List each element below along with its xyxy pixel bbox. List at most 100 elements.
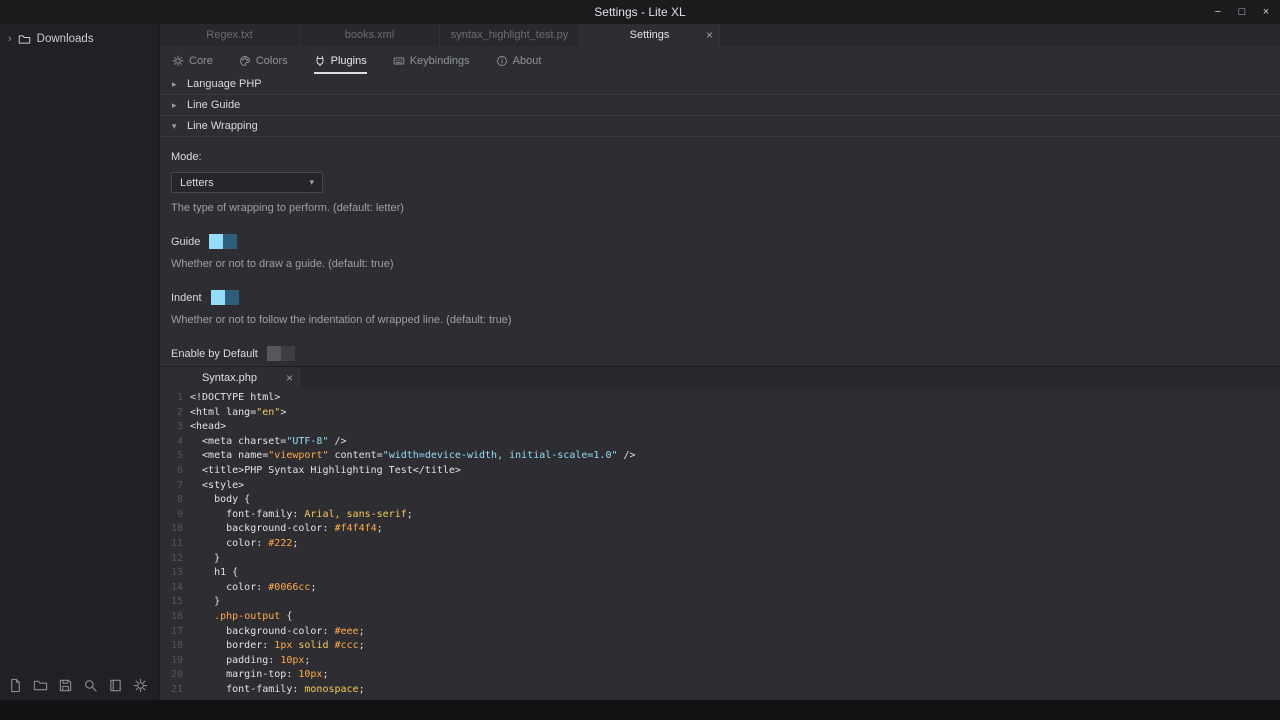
line-number: 6 bbox=[160, 464, 183, 479]
code-text: background-color: #f4f4f4; bbox=[183, 522, 383, 537]
tab-close-icon[interactable]: × bbox=[286, 367, 293, 389]
code-line[interactable]: 7 <style> bbox=[160, 479, 1280, 494]
window-title: Settings - Lite XL bbox=[0, 0, 1280, 24]
chevron-down-icon: ▾ bbox=[172, 121, 180, 132]
sidebar-item-downloads[interactable]: › Downloads bbox=[0, 28, 159, 50]
code-line[interactable]: 6 <title>PHP Syntax Highlighting Test</t… bbox=[160, 464, 1280, 479]
code-line[interactable]: 16 .php-output { bbox=[160, 610, 1280, 625]
book-icon[interactable] bbox=[108, 678, 123, 693]
settings-tab-label: About bbox=[513, 55, 542, 67]
line-number: 15 bbox=[160, 595, 183, 610]
line-number: 7 bbox=[160, 479, 183, 494]
mode-dropdown[interactable]: Letters ▾ bbox=[171, 172, 323, 193]
field-guide: Guide bbox=[171, 234, 1280, 249]
doc-tab-syntax-highlight-test-py[interactable]: syntax_highlight_test.py bbox=[440, 24, 580, 46]
chevron-right-icon: ▸ bbox=[172, 79, 180, 90]
section-language-php[interactable]: ▸Language PHP bbox=[160, 74, 1280, 95]
new-file-icon[interactable] bbox=[8, 678, 23, 693]
folder-icon bbox=[18, 33, 31, 46]
code-text: <title>PHP Syntax Highlighting Test</tit… bbox=[183, 464, 461, 479]
save-icon[interactable] bbox=[58, 678, 73, 693]
code-line[interactable]: 1<!DOCTYPE html> bbox=[160, 391, 1280, 406]
line-number: 19 bbox=[160, 654, 183, 669]
search-icon[interactable] bbox=[83, 678, 98, 693]
code-text: <head> bbox=[183, 420, 226, 435]
code-line[interactable]: 3<head> bbox=[160, 420, 1280, 435]
field-description: Whether or not to follow the indentation… bbox=[171, 314, 1280, 326]
field-label: Enable by Default bbox=[171, 348, 258, 360]
line-number: 13 bbox=[160, 566, 183, 581]
code-line[interactable]: 15 } bbox=[160, 595, 1280, 610]
field-label: Indent bbox=[171, 292, 202, 304]
settings-tab-label: Core bbox=[189, 55, 213, 67]
settings-tab-label: Plugins bbox=[331, 55, 367, 67]
code-line[interactable]: 10 background-color: #f4f4f4; bbox=[160, 522, 1280, 537]
info-icon bbox=[496, 55, 508, 67]
line-number: 3 bbox=[160, 420, 183, 435]
code-line[interactable]: 21 font-family: monospace; bbox=[160, 683, 1280, 698]
minimize-button[interactable]: − bbox=[1210, 4, 1226, 20]
code-text: border: 1px solid #ccc; bbox=[183, 639, 365, 654]
code-text: } bbox=[183, 552, 220, 567]
code-line[interactable]: 17 background-color: #eee; bbox=[160, 625, 1280, 640]
doc-tab-regex-txt[interactable]: Regex.txt bbox=[160, 24, 300, 46]
toggle-list: GuideWhether or not to draw a guide. (de… bbox=[171, 234, 1280, 366]
doc-tab-books-xml[interactable]: books.xml bbox=[300, 24, 440, 46]
tab-close-icon[interactable]: × bbox=[706, 24, 713, 46]
settings-tab-colors[interactable]: Colors bbox=[239, 53, 288, 74]
settings-tab-about[interactable]: About bbox=[496, 53, 542, 74]
code-line[interactable]: 12 } bbox=[160, 552, 1280, 567]
toggle-indent[interactable] bbox=[211, 290, 239, 305]
settings-icon[interactable] bbox=[133, 678, 148, 693]
close-button[interactable]: × bbox=[1258, 4, 1274, 20]
toggle-knob bbox=[211, 290, 225, 305]
gear-icon bbox=[172, 55, 184, 67]
toggle-guide[interactable] bbox=[209, 234, 237, 249]
code-line[interactable]: 9 font-family: Arial, sans-serif; bbox=[160, 508, 1280, 523]
open-folder-icon[interactable] bbox=[33, 678, 48, 693]
main-area: Regex.txt books.xml syntax_highlight_test.… bbox=[160, 24, 1280, 700]
code-line[interactable]: 5 <meta name="viewport" content="width=d… bbox=[160, 449, 1280, 464]
doc-tab-label: syntax_highlight_test.py bbox=[451, 29, 568, 41]
line-number: 20 bbox=[160, 668, 183, 683]
treeview-sidebar: › Downloads bbox=[0, 24, 160, 700]
toggle-knob bbox=[209, 234, 223, 249]
section-line-guide[interactable]: ▸Line Guide bbox=[160, 95, 1280, 116]
settings-fields: Mode: Letters ▾ The type of wrapping to … bbox=[160, 151, 1280, 366]
status-bar bbox=[0, 700, 1280, 720]
settings-tab-plugins[interactable]: Plugins bbox=[314, 53, 367, 74]
chevron-right-icon: ▸ bbox=[172, 100, 180, 111]
line-number: 11 bbox=[160, 537, 183, 552]
code-text: body { bbox=[183, 493, 250, 508]
line-number: 8 bbox=[160, 493, 183, 508]
doc-tab-settings[interactable]: Settings× bbox=[580, 24, 720, 46]
code-line[interactable]: 19 padding: 10px; bbox=[160, 654, 1280, 669]
code-line[interactable]: 2<html lang="en"> bbox=[160, 406, 1280, 421]
code-line[interactable]: 11 color: #222; bbox=[160, 537, 1280, 552]
toggle-enable-by-default[interactable] bbox=[267, 346, 295, 361]
editor-tab-syntax-php[interactable]: Syntax.php × bbox=[160, 367, 300, 389]
code-line[interactable]: 14 color: #0066cc; bbox=[160, 581, 1280, 596]
settings-tab-keybindings[interactable]: Keybindings bbox=[393, 53, 470, 74]
code-line[interactable]: 8 body { bbox=[160, 493, 1280, 508]
settings-toolbar: Core Colors Plugins Keybindings About bbox=[160, 46, 1280, 74]
editor-tab-label: Syntax.php bbox=[202, 372, 257, 384]
section-line-wrapping[interactable]: ▾Line Wrapping bbox=[160, 116, 1280, 137]
code-line[interactable]: 4 <meta charset="UTF-8" /> bbox=[160, 435, 1280, 450]
chevron-right-icon: › bbox=[8, 34, 12, 45]
code-line[interactable]: 13 h1 { bbox=[160, 566, 1280, 581]
code-text: <html lang="en"> bbox=[183, 406, 286, 421]
doc-tab-label: books.xml bbox=[345, 29, 395, 41]
settings-tab-core[interactable]: Core bbox=[172, 53, 213, 74]
editor-tab-bar: Syntax.php × bbox=[160, 367, 1280, 389]
code-area[interactable]: 1<!DOCTYPE html>2<html lang="en">3<head>… bbox=[160, 391, 1280, 700]
maximize-button[interactable]: □ bbox=[1234, 4, 1250, 20]
line-number: 10 bbox=[160, 522, 183, 537]
code-line[interactable]: 18 border: 1px solid #ccc; bbox=[160, 639, 1280, 654]
code-line[interactable]: 20 margin-top: 10px; bbox=[160, 668, 1280, 683]
code-text: <style> bbox=[183, 479, 244, 494]
field-indent: Indent bbox=[171, 290, 1280, 305]
code-text: color: #222; bbox=[183, 537, 298, 552]
code-text: padding: 10px; bbox=[183, 654, 310, 669]
line-number: 17 bbox=[160, 625, 183, 640]
